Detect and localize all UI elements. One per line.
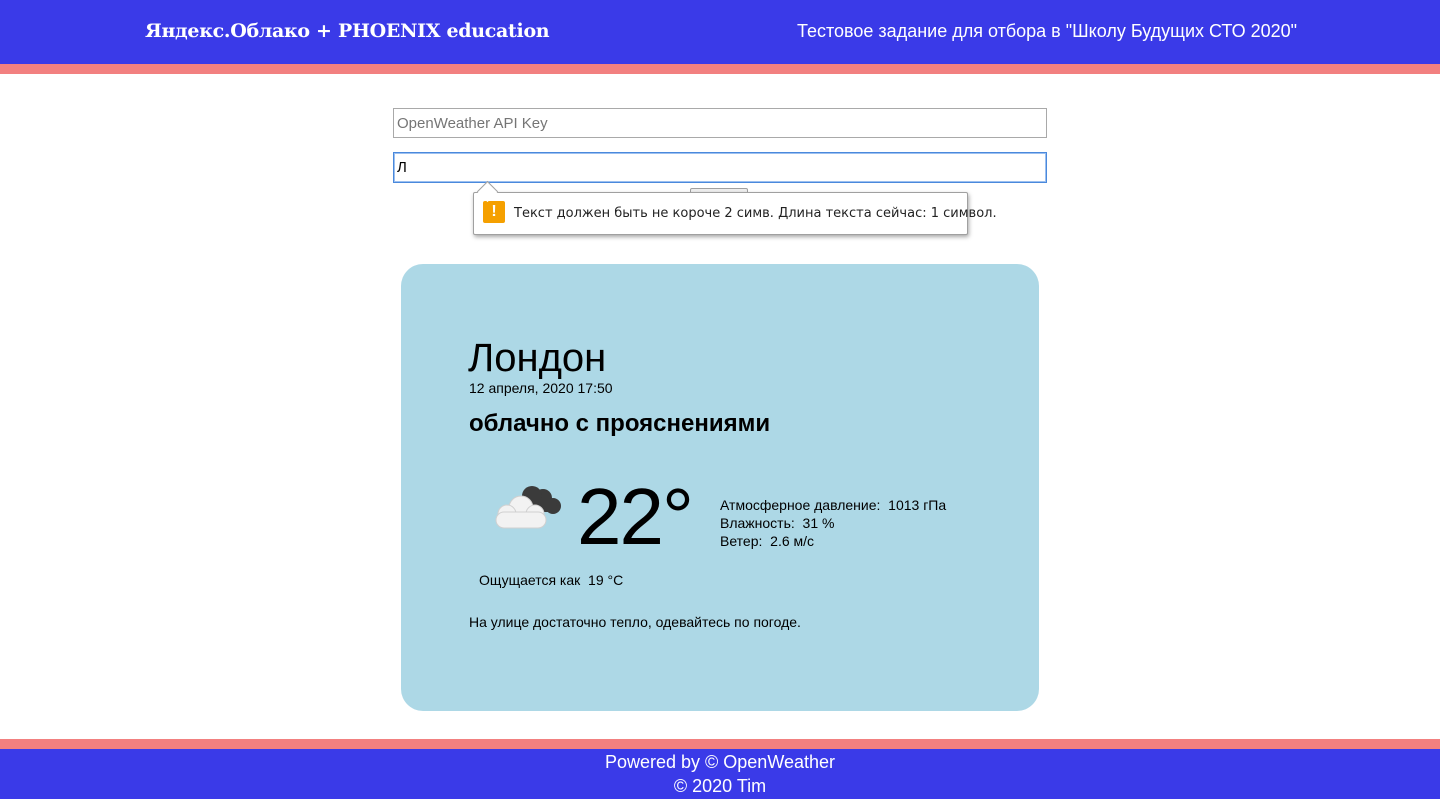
feels-like: Ощущается как 19 °C <box>479 572 624 588</box>
weather-card: Лондон 12 апреля, 2020 17:50 облачно с п… <box>401 264 1039 711</box>
site-header: Яндекс.Облако + PHOENIX education Тестов… <box>0 0 1440 64</box>
city-name: Лондон <box>468 336 607 380</box>
site-footer: Powered by © OpenWeather © 2020 Tim <box>0 749 1440 799</box>
header-tagline: Тестовое задание для отбора в "Школу Буд… <box>797 21 1298 41</box>
wind: Ветер: 2.6 м/с <box>720 533 815 549</box>
brand-title: Яндекс.Облако + PHOENIX education <box>145 20 550 42</box>
validation-tooltip: ! Текст должен быть не короче 2 симв. Дл… <box>473 192 997 235</box>
weather-datetime: 12 апреля, 2020 17:50 <box>469 380 613 396</box>
weather-details: Атмосферное давление: 1013 гПа Влажность… <box>720 496 946 550</box>
city-input[interactable] <box>393 152 1047 183</box>
footer-stripe <box>0 739 1440 749</box>
api-key-input[interactable] <box>393 108 1047 138</box>
humidity: Влажность: 31 % <box>720 515 835 531</box>
warning-icon: ! <box>483 201 505 223</box>
weather-description: облачно с прояснениями <box>469 410 771 437</box>
pressure: Атмосферное давление: 1013 гПа <box>720 497 947 513</box>
footer-powered-by: Powered by © OpenWeather <box>604 752 836 772</box>
footer-copyright: © 2020 Tim <box>673 776 767 796</box>
clothing-advice: На улице достаточно тепло, одевайтесь по… <box>469 614 801 630</box>
header-stripe <box>0 64 1440 74</box>
temperature: 22° <box>577 472 694 561</box>
validation-message: Текст должен быть не короче 2 симв. Длин… <box>514 206 997 221</box>
partly-cloudy-icon <box>495 486 561 529</box>
